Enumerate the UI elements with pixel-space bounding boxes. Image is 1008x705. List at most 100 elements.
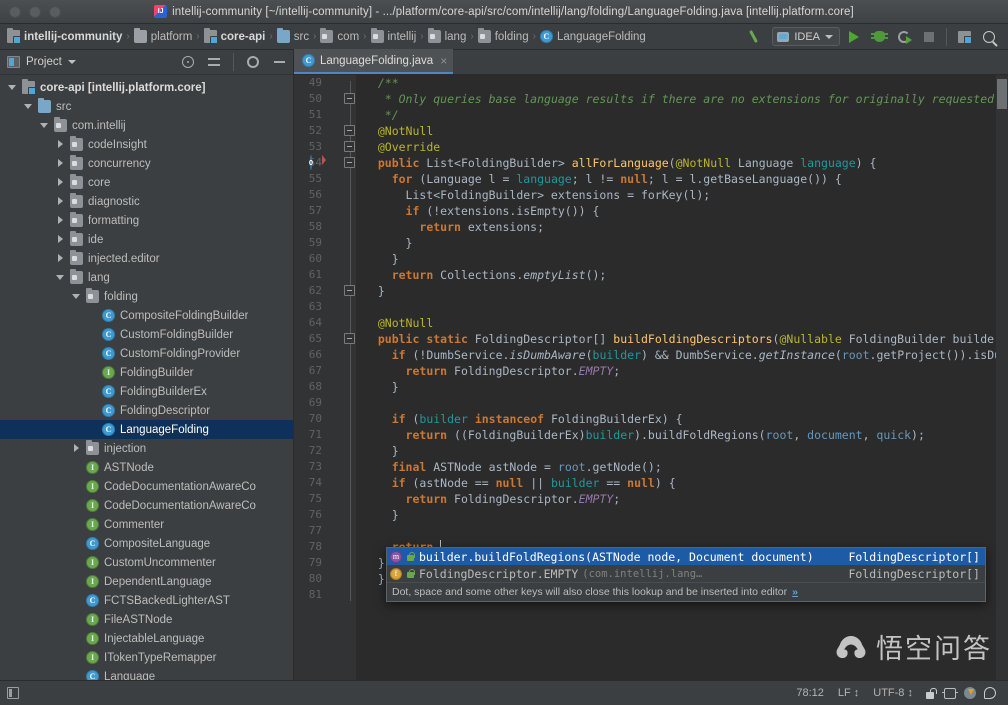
stop-button[interactable]: [918, 26, 940, 48]
tree-node[interactable]: ide: [0, 230, 293, 249]
tree-node[interactable]: FoldingDescriptor: [0, 401, 293, 420]
error-stripe-scrollbar[interactable]: [996, 75, 1008, 680]
breadcrumb-item-intellij[interactable]: intellij: [368, 27, 420, 47]
minimize-window-button[interactable]: [29, 5, 41, 18]
chevron-down-icon[interactable]: [56, 273, 65, 282]
tree-node[interactable]: FoldingBuilder: [0, 363, 293, 382]
collapse-all-icon[interactable]: [204, 52, 224, 72]
code-line[interactable]: [364, 523, 1008, 539]
code-line[interactable]: return FoldingDescriptor.EMPTY;: [364, 491, 1008, 507]
lock-icon[interactable]: [922, 685, 938, 701]
project-structure-icon[interactable]: [953, 26, 975, 48]
tree-node[interactable]: com.intellij: [0, 116, 293, 135]
memory-indicator-icon[interactable]: [942, 685, 958, 701]
chevron-right-icon[interactable]: [56, 178, 65, 187]
tree-node[interactable]: CompositeLanguage: [0, 534, 293, 553]
run-configuration-selector[interactable]: IDEA: [772, 27, 840, 46]
maximize-window-button[interactable]: [49, 5, 61, 18]
code-line[interactable]: if (astNode == null || builder == null) …: [364, 475, 1008, 491]
code-line[interactable]: return ((FoldingBuilderEx)builder).build…: [364, 427, 1008, 443]
tree-node[interactable]: DependentLanguage: [0, 572, 293, 591]
chevron-down-icon[interactable]: [72, 292, 81, 301]
fold-toggle[interactable]: [344, 285, 355, 296]
code-line[interactable]: * Only queries base language results if …: [364, 91, 1008, 107]
tree-node[interactable]: injection: [0, 439, 293, 458]
caret-position[interactable]: 78:12: [789, 687, 831, 699]
code-line[interactable]: }: [364, 251, 1008, 267]
fold-toggle[interactable]: [344, 125, 355, 136]
autocomplete-list[interactable]: builder.buildFoldRegions(ASTNode node, D…: [387, 548, 985, 582]
code-editor[interactable]: 4950515253545556575859606162636465666768…: [294, 75, 1008, 680]
fold-toggle[interactable]: [344, 141, 355, 152]
breadcrumb-item-lang[interactable]: lang: [425, 27, 470, 47]
code-line[interactable]: if (builder instanceof FoldingBuilderEx)…: [364, 411, 1008, 427]
code-line[interactable]: List<FoldingBuilder> extensions = forKey…: [364, 187, 1008, 203]
code-line[interactable]: public static FoldingDescriptor[] buildF…: [364, 331, 1008, 347]
breadcrumb-item-languagefolding[interactable]: LanguageFolding: [537, 27, 649, 47]
code-line[interactable]: [364, 299, 1008, 315]
tree-node[interactable]: folding: [0, 287, 293, 306]
breadcrumb-item-platform[interactable]: platform: [131, 27, 196, 47]
code-line[interactable]: }: [364, 379, 1008, 395]
chevron-right-icon[interactable]: [56, 159, 65, 168]
code-line[interactable]: @NotNull: [364, 315, 1008, 331]
tree-node[interactable]: FCTSBackedLighterAST: [0, 591, 293, 610]
tree-node[interactable]: diagnostic: [0, 192, 293, 211]
run-coverage-button[interactable]: [893, 26, 915, 48]
run-button[interactable]: [843, 26, 865, 48]
notifications-icon[interactable]: [982, 685, 998, 701]
encoding-indicator[interactable]: UTF-8 ↕: [866, 687, 920, 699]
breadcrumb-item-src[interactable]: src: [274, 27, 312, 47]
tree-node[interactable]: ITokenTypeRemapper: [0, 648, 293, 667]
tree-node[interactable]: CustomFoldingBuilder: [0, 325, 293, 344]
code-line[interactable]: return FoldingDescriptor.EMPTY;: [364, 363, 1008, 379]
fold-toggle[interactable]: [344, 333, 355, 344]
chevron-down-icon[interactable]: [8, 83, 17, 92]
fold-toggle[interactable]: [344, 157, 355, 168]
code-line[interactable]: for (Language l = language; l != null; l…: [364, 171, 1008, 187]
code-line[interactable]: return Collections.emptyList();: [364, 267, 1008, 283]
chevron-right-icon[interactable]: [56, 140, 65, 149]
tree-node[interactable]: formatting: [0, 211, 293, 230]
code-line[interactable]: if (!extensions.isEmpty()) {: [364, 203, 1008, 219]
autocomplete-item[interactable]: builder.buildFoldRegions(ASTNode node, D…: [387, 548, 985, 565]
chevron-right-icon[interactable]: [56, 197, 65, 206]
chevron-down-icon[interactable]: [67, 60, 76, 64]
breadcrumb-item-folding[interactable]: folding: [475, 27, 532, 47]
tree-node[interactable]: InjectableLanguage: [0, 629, 293, 648]
tab-languagefolding-java[interactable]: LanguageFolding.java ×: [294, 49, 454, 74]
override-marker-icon[interactable]: [310, 155, 326, 170]
project-tree[interactable]: core-api [intellij.platform.core] src com.…: [0, 75, 293, 680]
tree-node[interactable]: lang: [0, 268, 293, 287]
editor-gutter[interactable]: 4950515253545556575859606162636465666768…: [294, 75, 356, 680]
tree-node[interactable]: FoldingBuilderEx: [0, 382, 293, 401]
tree-node[interactable]: ASTNode: [0, 458, 293, 477]
debug-button[interactable]: [868, 26, 890, 48]
build-hammer-icon[interactable]: [747, 26, 769, 48]
code-line[interactable]: if (!DumbService.isDumbAware(builder) &&…: [364, 347, 1008, 363]
tree-node[interactable]: LanguageFolding: [0, 420, 293, 439]
breadcrumb-item-com[interactable]: com: [317, 27, 362, 47]
autocomplete-more-link[interactable]: »: [792, 586, 798, 598]
tree-node[interactable]: codeInsight: [0, 135, 293, 154]
tree-node[interactable]: core-api [intellij.platform.core]: [0, 78, 293, 97]
code-line[interactable]: public List<FoldingBuilder> allForLangua…: [364, 155, 1008, 171]
close-window-button[interactable]: [9, 5, 21, 18]
breadcrumb-item-core-api[interactable]: core-api: [201, 27, 269, 47]
code-line[interactable]: @NotNull: [364, 123, 1008, 139]
tree-node[interactable]: FileASTNode: [0, 610, 293, 629]
locate-target-icon[interactable]: [178, 52, 198, 72]
fold-region-column[interactable]: [344, 75, 356, 680]
tree-node[interactable]: CompositeFoldingBuilder: [0, 306, 293, 325]
tree-node[interactable]: Commenter: [0, 515, 293, 534]
settings-gear-icon[interactable]: [243, 52, 263, 72]
search-icon[interactable]: [978, 26, 1000, 48]
chevron-down-icon[interactable]: [40, 121, 49, 130]
close-icon[interactable]: ×: [440, 54, 447, 68]
code-line[interactable]: final ASTNode astNode = root.getNode();: [364, 459, 1008, 475]
tree-node[interactable]: CustomFoldingProvider: [0, 344, 293, 363]
fold-toggle[interactable]: [344, 93, 355, 104]
tree-node[interactable]: CodeDocumentationAwareCo: [0, 496, 293, 515]
code-line[interactable]: return extensions;: [364, 219, 1008, 235]
tree-node[interactable]: concurrency: [0, 154, 293, 173]
